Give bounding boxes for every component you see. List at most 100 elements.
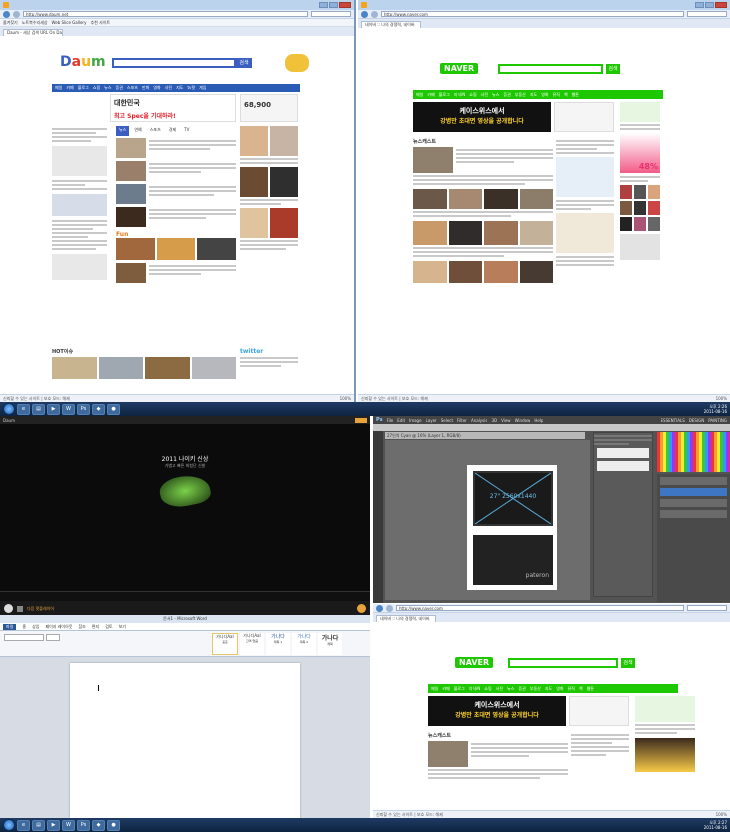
naver-search-input[interactable] [498,64,603,74]
nav-blog[interactable]: 블로그 [454,686,465,692]
naver-banner[interactable]: 케이스위스에서 강병만 초대면 영상을 공개합니다 [413,102,551,132]
back-icon[interactable] [361,10,368,18]
menu-select[interactable]: Select [441,418,453,423]
nav-webtoon[interactable]: 웹툰 [587,686,594,692]
system-clock[interactable]: 오후 2:27 2011-08-16 [704,820,727,830]
nav-book[interactable]: 책 [579,686,583,692]
nav-shopping[interactable]: 쇼핑 [469,92,476,98]
start-button[interactable] [3,819,15,831]
nav-movie[interactable]: 영화 [153,85,160,91]
tab-sports[interactable]: 스포츠 [147,126,164,136]
back-icon[interactable] [376,604,383,612]
nav-music[interactable]: 뮤직 [568,686,575,692]
menu-analysis[interactable]: Analysis [471,418,487,423]
nav-realestate[interactable]: 부동산 [530,686,541,692]
photoshop-task-icon[interactable]: Ps [77,403,90,415]
nav-map[interactable]: 지도 [530,92,537,98]
ie-task-icon[interactable]: e [17,403,30,415]
nav-blog[interactable]: 블로그 [439,92,450,98]
tab-daum[interactable]: Daum - 세상 검색 URL On Daum [3,29,63,36]
nav-sports[interactable]: 스포츠 [127,85,138,91]
url-input[interactable]: http://www.daum.net [23,11,308,17]
style-heading2[interactable]: 가나다 제목 2 [292,633,316,655]
search-input[interactable] [687,11,727,17]
app-task-icon[interactable]: ◆ [92,819,105,831]
tab-tv[interactable]: TV [181,126,192,136]
menu-window[interactable]: Window [515,418,531,423]
tools-panel[interactable] [373,431,383,603]
fav-item[interactable]: 추천 사이트 [90,20,110,26]
shoe-ad[interactable]: 48% [620,133,660,173]
nav-tvpot[interactable]: tv팟 [187,85,195,91]
app-task-icon[interactable]: ◆ [92,403,105,415]
nav-news[interactable]: 뉴스 [492,92,499,98]
nav-dictionary[interactable]: 사전 [496,686,503,692]
tab-home[interactable]: 홈 [22,624,26,630]
app-task-icon[interactable]: ● [107,403,120,415]
tab-insert[interactable]: 삽입 [32,624,39,630]
forward-icon[interactable] [371,10,378,18]
volume-icon[interactable] [357,604,366,613]
media-task-icon[interactable]: ▶ [47,819,60,831]
photoshop-task-icon[interactable]: Ps [77,819,90,831]
stop-button[interactable] [17,605,23,612]
nav-mail[interactable]: 메일 [55,85,62,91]
nav-cafe[interactable]: 카페 [66,85,73,91]
close-button[interactable] [339,2,351,8]
search-input[interactable] [687,605,727,611]
workspace-essentials[interactable]: ESSENTIALS [661,418,685,423]
naver-login-box[interactable] [554,102,614,132]
tab-layout[interactable]: 페이지 레이아웃 [45,624,72,630]
nav-shopping[interactable]: 쇼핑 [93,85,100,91]
menu-view[interactable]: View [501,418,511,423]
word-task-icon[interactable]: W [62,403,75,415]
folder-task-icon[interactable]: ▤ [32,819,45,831]
tab-file[interactable]: 파일 [3,623,17,630]
style-heading1[interactable]: 가나다 제목 1 [266,633,290,655]
nav-cafe[interactable]: 카페 [442,686,449,692]
naver-banner[interactable]: 케이스위스에서 강병만 초대면 영상을 공개합니다 [428,696,566,726]
style-normal[interactable]: 가나다AaI 표준 [212,633,238,655]
naver-login-box[interactable] [569,696,629,726]
style-title[interactable]: 가나다 제목 [318,633,342,655]
url-input[interactable]: http://www.naver.com [396,605,684,611]
document-page[interactable] [70,663,300,818]
workspace-design[interactable]: DESIGN [689,418,704,423]
maximize-button[interactable] [705,2,714,8]
daum-banner[interactable]: 대한민국 최고 Spec을 기대하라! [110,94,236,122]
start-button[interactable] [3,403,15,415]
style-no-spacing[interactable]: 가나다AaI 간격 없음 [240,633,264,655]
media-task-icon[interactable]: ▶ [47,403,60,415]
nav-shopping[interactable]: 쇼핑 [484,686,491,692]
side-ad-banner[interactable] [635,738,695,772]
fav-item[interactable]: 노트북수리세상 [22,20,48,26]
close-button[interactable] [715,2,727,8]
play-button[interactable] [4,604,13,613]
tab-naver[interactable]: 네이버 :: 나의 경쟁력, 네이버 [376,615,436,622]
tab-mailings[interactable]: 편지 [92,624,99,630]
font-name-box[interactable] [4,634,44,641]
daum-side-ad[interactable]: 68,900 [240,94,298,122]
nav-mail[interactable]: 메일 [416,92,423,98]
nav-movie[interactable]: 영화 [541,92,548,98]
ie-task-icon[interactable]: e [17,819,30,831]
workspace-painting[interactable]: PAINTING [708,418,727,423]
daum-search-button[interactable]: 검색 [236,58,252,68]
nav-game[interactable]: 게임 [199,85,206,91]
font-size-box[interactable] [46,634,60,641]
menu-3d[interactable]: 3D [491,418,497,423]
nav-kin[interactable]: 지식iN [454,92,465,98]
nav-stock[interactable]: 증권 [518,686,525,692]
nav-cafe[interactable]: 카페 [427,92,434,98]
swatches-panel[interactable] [657,432,730,472]
nav-music[interactable]: 뮤직 [553,92,560,98]
nav-webtoon[interactable]: 웹툰 [572,92,579,98]
nav-blog[interactable]: 블로그 [78,85,89,91]
maximize-button[interactable] [329,2,338,8]
tab-economy[interactable]: 경제 [166,126,179,136]
zoom-level[interactable]: 100% [340,395,351,402]
naver-search-input[interactable] [508,658,618,668]
nav-mail[interactable]: 메일 [431,686,438,692]
player-seekbar[interactable] [0,591,370,601]
document-tab[interactable]: 27인치 Cyan @ 16% (Layer 1, RGB/8) [385,432,585,439]
